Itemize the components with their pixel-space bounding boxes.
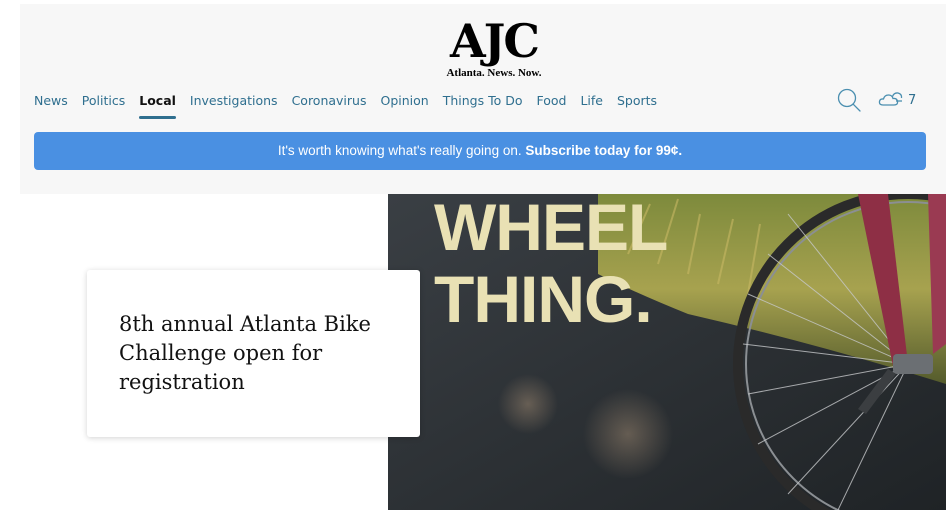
search-button[interactable] xyxy=(835,86,863,114)
page: AJC Atlanta. News. Now. News Politics Lo… xyxy=(0,0,946,510)
subscribe-banner[interactable]: It's worth knowing what's really going o… xyxy=(34,132,926,170)
nav-item-sports[interactable]: Sports xyxy=(610,92,664,110)
nav-item-local[interactable]: Local xyxy=(132,92,183,119)
logo-mark: AJC xyxy=(449,14,540,68)
main-nav: News Politics Local Investigations Coron… xyxy=(34,92,664,119)
logo-tagline: Atlanta. News. Now. xyxy=(446,67,542,79)
nav-item-things-to-do[interactable]: Things To Do xyxy=(436,92,530,110)
search-icon xyxy=(837,88,861,112)
nav-item-investigations[interactable]: Investigations xyxy=(183,92,285,110)
weather-temperature: 7 xyxy=(908,92,917,108)
nav-item-politics[interactable]: Politics xyxy=(75,92,132,110)
ajc-logo[interactable]: AJC Atlanta. News. Now. xyxy=(434,18,554,80)
promo-lead-text: It's worth knowing what's really going o… xyxy=(277,143,522,158)
promo-cta-text: Subscribe today for 99¢. xyxy=(525,143,683,158)
nav-item-food[interactable]: Food xyxy=(529,92,573,110)
nav-item-opinion[interactable]: Opinion xyxy=(373,92,435,110)
nav-item-coronavirus[interactable]: Coronavirus xyxy=(285,92,374,110)
hero-image-text-line1: WHEEL xyxy=(434,194,668,264)
nav-item-life[interactable]: Life xyxy=(573,92,610,110)
story-card[interactable]: 8th annual Atlanta Bike Challenge open f… xyxy=(87,270,420,437)
nav-item-news[interactable]: News xyxy=(34,92,75,110)
weather-widget[interactable]: 7 xyxy=(878,90,916,110)
hero-image[interactable]: WHEEL THING. xyxy=(388,194,946,510)
hero-image-text-line2: THING. xyxy=(434,262,653,336)
story-headline[interactable]: 8th annual Atlanta Bike Challenge open f… xyxy=(119,310,389,397)
partly-cloudy-icon xyxy=(878,92,903,106)
